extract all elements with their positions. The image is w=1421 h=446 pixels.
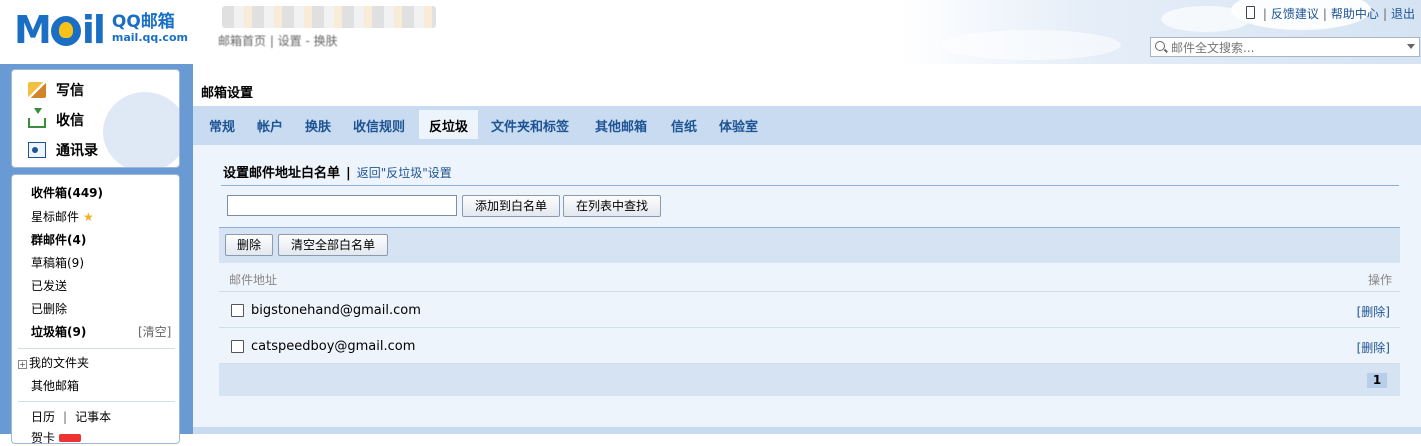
bottom-border [193,427,1421,434]
contacts-label: 通讯录 [56,143,98,159]
title-bar [193,70,1421,106]
folder-other-mailbox[interactable]: 其他邮箱 [31,377,79,394]
brand-domain: mail.qq.com [111,31,188,44]
folder-deleted[interactable]: 已删除 [31,300,67,317]
folder-my-folders[interactable]: + 我的文件夹 [18,354,89,371]
page-title: 邮箱设置 [201,86,254,101]
table-header: 邮件地址 操作 [219,263,1400,292]
logout-link[interactable]: 退出 [1391,7,1415,21]
tab-stationery[interactable]: 信纸 [671,116,697,135]
my-folders-label: 我的文件夹 [29,356,90,370]
folder-more-label: 贺卡 [31,431,56,445]
brand-name: QQ邮箱 [111,12,175,32]
folder-sent[interactable]: 已发送 [31,277,67,294]
penguin-logo-icon [50,16,81,46]
delete-button[interactable]: 删除 [225,234,273,256]
search-box[interactable] [1150,37,1420,57]
tab-general[interactable]: 常规 [209,116,235,135]
section-title: 设置邮件地址白名单 [223,166,341,181]
contact-card-icon [28,142,46,158]
star-icon: ★ [83,210,94,224]
calendar-notebook-links: 日历 | 记事本 [31,410,112,424]
receive-label: 收信 [56,113,84,129]
tab-mail-rules[interactable]: 收信规则 [353,116,405,135]
junk-clear-link[interactable]: [清空] [138,323,171,340]
feedback-link[interactable]: 反馈建议 [1271,7,1319,21]
row-delete-link[interactable]: [删除] [1357,303,1390,320]
folder-more[interactable]: 贺卡 [31,429,82,446]
compose-label: 写信 [56,83,84,99]
page-number[interactable]: 1 [1367,373,1387,388]
row-checkbox[interactable] [231,340,244,353]
row-email: bigstonehand@gmail.com [251,303,421,318]
main-panel: 邮箱设置 常规 帐户 换肤 收信规则 反垃圾 文件夹和标签 其他邮箱 信纸 体验… [193,70,1421,434]
qq-mail-logo[interactable]: Mil QQ邮箱 mail.qq.com [14,8,188,52]
search-input[interactable] [1169,39,1403,57]
contacts-button[interactable]: 通讯录 [28,140,98,160]
divider [18,348,175,349]
pencil-icon [28,82,46,98]
divider [18,401,175,402]
table-row: catspeedboy@gmail.com [删除] [219,328,1400,364]
mobile-icon[interactable] [1245,6,1255,19]
tab-account[interactable]: 帐户 [257,116,283,135]
calendar-link[interactable]: 日历 [31,410,55,424]
tab-other-mailbox[interactable]: 其他邮箱 [595,116,647,135]
help-link[interactable]: 帮助中心 [1331,7,1379,21]
penguin-stamp-decoration [103,92,179,167]
notebook-link[interactable]: 记事本 [75,410,111,424]
tab-skin[interactable]: 换肤 [305,116,331,135]
compose-button[interactable]: 写信 [28,80,84,100]
folder-junk-label: 垃圾箱(9) [31,325,87,339]
chevron-down-icon[interactable] [1407,44,1415,49]
blurred-user-info [222,6,436,28]
folder-inbox[interactable]: 收件箱(449) [31,184,103,201]
section-header: 设置邮件地址白名单 | 返回"反垃圾"设置 [223,166,452,181]
folder-junk[interactable]: 垃圾箱(9) [清空] [31,323,176,340]
command-panel: 写信 收信 通讯录 [11,69,180,168]
tab-folders-labels[interactable]: 文件夹和标签 [491,116,569,135]
top-header: Mil QQ邮箱 mail.qq.com 邮箱首页 | 设置 - 换肤 | 反馈建… [0,0,1421,64]
tab-anti-spam[interactable]: 反垃圾 [419,110,479,139]
top-links: | 反馈建议 | 帮助中心 | 退出 [1245,5,1415,22]
tab-lab[interactable]: 体验室 [719,116,758,135]
divider [221,185,1399,186]
breadcrumb: 邮箱首页 | 设置 - 换肤 [218,34,338,48]
column-header-email: 邮件地址 [229,273,278,287]
inbox-download-icon [28,108,46,128]
new-badge [59,434,82,442]
settings-tabs: 常规 帐户 换肤 收信规则 反垃圾 文件夹和标签 其他邮箱 信纸 体验室 [193,106,1421,145]
table-row: bigstonehand@gmail.com [删除] [219,292,1400,328]
back-to-antispam-link[interactable]: 返回"反垃圾"设置 [357,166,452,180]
receive-button[interactable]: 收信 [28,108,84,130]
column-header-action: 操作 [1367,273,1392,287]
folder-starred[interactable]: 星标邮件 ★ [31,208,94,225]
add-to-whitelist-button[interactable]: 添加到白名单 [462,195,560,217]
moil-logo-mark: Mil [14,8,106,52]
clear-whitelist-button[interactable]: 清空全部白名单 [278,234,388,256]
row-delete-link[interactable]: [删除] [1357,339,1390,356]
folder-drafts[interactable]: 草稿箱(9) [31,254,84,271]
folder-starred-label: 星标邮件 [31,210,80,224]
folder-list: 收件箱(449) 星标邮件 ★ 群邮件(4) 草稿箱(9) 已发送 已删除 垃圾箱… [11,174,180,446]
pagination-bar: 1 [219,364,1400,396]
find-in-list-button[interactable]: 在列表中查找 [563,195,661,217]
row-checkbox[interactable] [231,304,244,317]
row-email: catspeedboy@gmail.com [251,339,416,354]
expand-plus-icon[interactable]: + [18,360,27,369]
folder-group[interactable]: 群邮件(4) [31,231,86,248]
action-toolbar: 删除 清空全部白名单 [219,227,1400,263]
whitelist-address-input[interactable] [227,195,457,216]
search-icon [1155,41,1165,51]
